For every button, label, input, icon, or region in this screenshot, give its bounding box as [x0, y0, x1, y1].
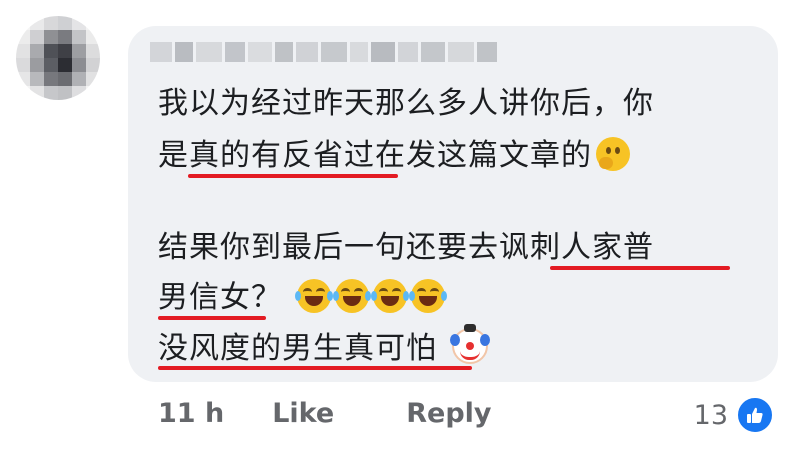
- like-button[interactable]: Like: [272, 398, 334, 429]
- comment-line-4-text: 男信女？: [158, 280, 282, 315]
- laughing-crying-icon: [370, 279, 409, 313]
- underline-mark: [158, 316, 266, 320]
- reply-button[interactable]: Reply: [406, 398, 491, 429]
- underline-mark: [158, 366, 472, 370]
- reaction-count: 13: [693, 399, 728, 431]
- comment-line-5-text: 没风度的男生真可怕: [158, 331, 437, 366]
- comment-line-1: 我以为经过昨天那么多人讲你后，你: [158, 86, 654, 121]
- laughing-crying-icon: [408, 279, 447, 313]
- thinking-face-icon: [596, 137, 630, 171]
- comment-actions: 11 h Like Reply: [158, 398, 492, 429]
- timestamp[interactable]: 11 h: [158, 398, 224, 429]
- avatar[interactable]: [16, 16, 100, 100]
- laughing-crying-icon: [294, 279, 333, 313]
- underline-mark: [550, 266, 730, 270]
- like-thumb-icon: [736, 396, 774, 434]
- author-name-redacted[interactable]: [150, 42, 497, 62]
- reaction-summary[interactable]: 13: [694, 396, 774, 434]
- comment-line-4: 男信女？: [158, 278, 447, 318]
- comment-line-2-text: 是真的有反省过在发这篇文章的: [158, 138, 592, 173]
- comment-line-3: 结果你到最后一句还要去讽刺人家普: [158, 230, 654, 265]
- underline-mark: [188, 174, 398, 178]
- comment-line-2: 是真的有反省过在发这篇文章的: [158, 136, 630, 176]
- comment-line-5: 没风度的男生真可怕: [158, 324, 490, 369]
- clown-face-icon: [449, 324, 490, 364]
- laughing-crying-icon: [332, 279, 371, 313]
